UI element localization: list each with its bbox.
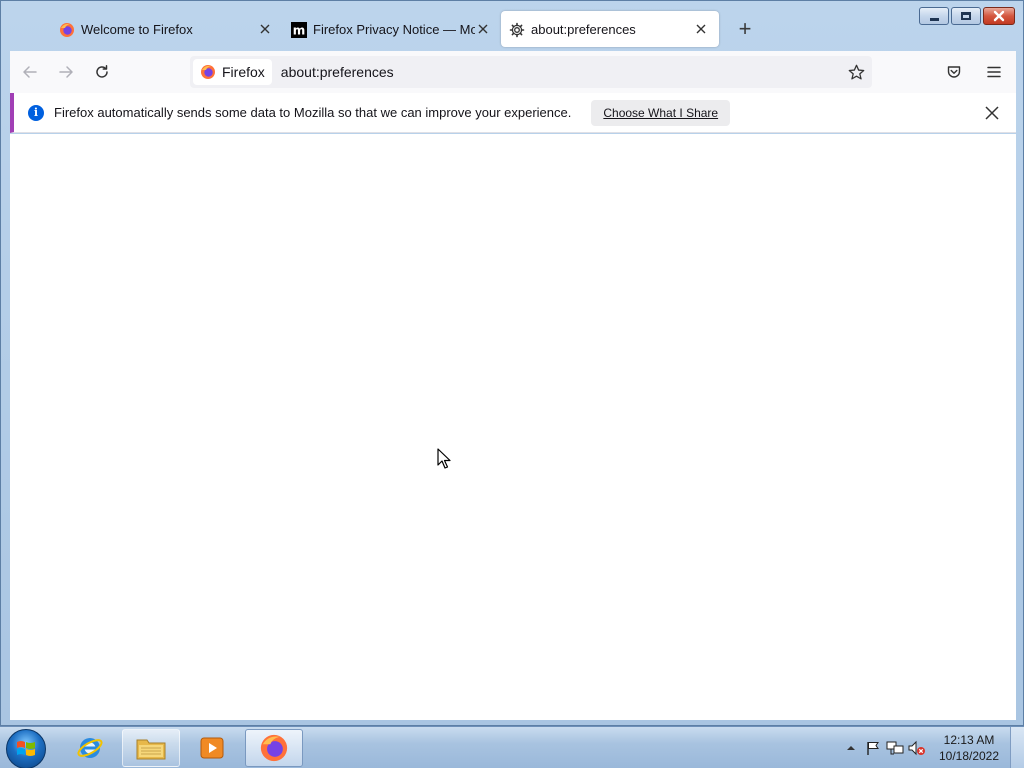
reload-icon [96, 65, 108, 78]
app-menu-button[interactable] [978, 56, 1010, 88]
svg-text:m: m [293, 24, 306, 38]
network-button[interactable] [884, 738, 906, 758]
volume-muted-icon [908, 740, 925, 756]
minimize-button[interactable] [919, 7, 949, 25]
forward-arrow-icon [59, 66, 73, 78]
tab-preferences[interactable]: about:preferences [501, 11, 719, 47]
chevron-up-icon [847, 746, 855, 750]
close-icon [985, 106, 999, 120]
action-center-button[interactable] [862, 738, 884, 758]
url-bar[interactable]: Firefox about:preferences [190, 56, 872, 88]
taskbar-media-player[interactable] [183, 729, 241, 767]
toolbar-right [934, 56, 1010, 88]
gear-icon [509, 22, 525, 38]
media-player-icon [200, 737, 224, 759]
navigation-toolbar: Firefox about:preferences [10, 51, 1016, 93]
hamburger-menu-icon [987, 66, 1001, 78]
taskbar-clock[interactable]: 12:13 AM 10/18/2022 [934, 732, 1004, 764]
button-label: Choose What I Share [603, 105, 719, 120]
tab-close-button[interactable] [693, 21, 709, 37]
show-desktop-button[interactable] [1010, 727, 1024, 768]
close-icon [260, 24, 270, 34]
mouse-cursor-icon [437, 448, 451, 469]
windows-logo-icon [17, 741, 35, 756]
choose-what-i-share-button[interactable]: Choose What I Share [591, 99, 731, 126]
firefox-window: Welcome to Firefox m Firefox Privacy Not… [0, 0, 1024, 726]
firefox-icon [60, 23, 74, 37]
bookmark-star-button[interactable] [846, 62, 866, 82]
taskbar-internet-explorer[interactable] [61, 729, 119, 767]
data-collection-notification: i Firefox automatically sends some data … [10, 93, 1016, 133]
info-icon: i [28, 104, 44, 121]
firefox-icon [201, 65, 215, 79]
firefox-icon [260, 734, 288, 762]
internet-explorer-icon [77, 738, 103, 758]
forward-button[interactable] [50, 56, 82, 88]
show-hidden-icons-button[interactable] [840, 738, 862, 758]
volume-button[interactable] [906, 738, 928, 758]
taskbar-file-explorer[interactable] [122, 729, 180, 767]
star-icon [848, 64, 864, 80]
tab-label: Welcome to Firefox [81, 21, 193, 37]
tab-welcome[interactable]: Welcome to Firefox [9, 11, 283, 47]
system-tray: 12:13 AM 10/18/2022 [840, 727, 1024, 768]
flag-icon [867, 742, 879, 755]
tab-label: about:preferences [531, 21, 636, 37]
window-controls [919, 7, 1015, 25]
maximize-button[interactable] [951, 7, 981, 25]
network-icon [886, 741, 904, 755]
start-button[interactable] [6, 729, 46, 768]
windows-taskbar: 12:13 AM 10/18/2022 [0, 726, 1024, 768]
tab-close-button[interactable] [257, 21, 273, 37]
taskbar-firefox[interactable] [245, 729, 303, 767]
tab-privacy-notice[interactable]: m Firefox Privacy Notice — Mozilla [283, 11, 501, 47]
tab-label: Firefox Privacy Notice — Mozilla [313, 21, 475, 37]
back-arrow-icon [23, 66, 37, 78]
plus-icon: + [738, 16, 752, 41]
new-tab-button[interactable]: + [729, 13, 761, 45]
close-icon [696, 24, 706, 34]
reload-button[interactable] [86, 56, 118, 88]
close-window-button[interactable] [983, 7, 1015, 25]
identity-box[interactable]: Firefox [193, 59, 272, 85]
notification-message: Firefox automatically sends some data to… [54, 105, 572, 120]
tab-strip: Welcome to Firefox m Firefox Privacy Not… [9, 9, 1015, 49]
close-icon [478, 24, 488, 34]
maximize-icon [961, 12, 971, 20]
back-button[interactable] [14, 56, 46, 88]
mozilla-icon: m [291, 22, 307, 38]
identity-label: Firefox [222, 64, 265, 80]
pocket-button[interactable] [938, 56, 970, 88]
tab-close-button[interactable] [475, 21, 491, 37]
close-icon [993, 10, 1005, 22]
url-text[interactable]: about:preferences [281, 64, 394, 80]
clock-date: 10/18/2022 [938, 749, 1000, 763]
notification-close-button[interactable] [982, 103, 1002, 123]
page-content [10, 134, 1016, 720]
minimize-icon [929, 17, 939, 21]
folder-icon [136, 739, 166, 760]
pocket-icon [947, 66, 961, 78]
clock-time: 12:13 AM [943, 733, 995, 747]
